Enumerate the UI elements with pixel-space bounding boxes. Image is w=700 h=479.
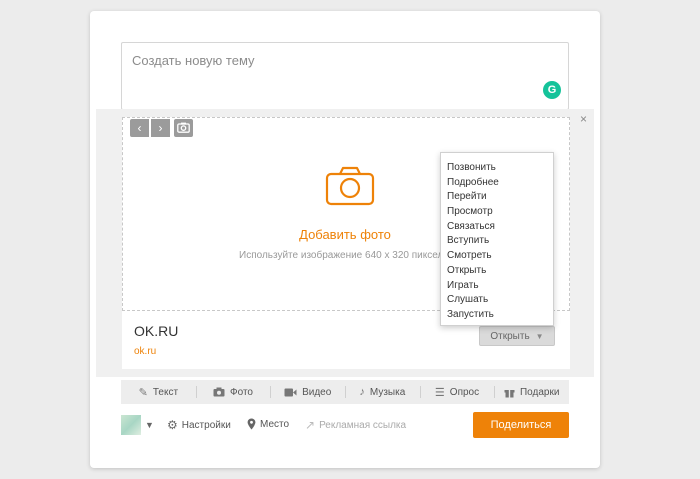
next-button[interactable]: › — [151, 119, 170, 137]
topic-placeholder: Создать новую тему — [132, 53, 255, 68]
poll-icon: ☰ — [434, 386, 445, 399]
tab-music[interactable]: ♪ Музыка — [345, 380, 420, 404]
tab-label: Музыка — [369, 386, 406, 398]
tab-text[interactable]: ✎ Текст — [121, 380, 196, 404]
tab-video[interactable]: Видео — [270, 380, 345, 404]
tab-label: Текст — [152, 386, 179, 398]
link-url[interactable]: ok.ru — [134, 346, 156, 357]
avatar[interactable] — [121, 415, 141, 435]
ad-link-button[interactable]: ↗ Рекламная ссылка — [305, 418, 406, 432]
tab-photo[interactable]: Фото — [195, 380, 271, 404]
image-nav: ‹ › — [130, 119, 193, 137]
dropdown-item[interactable]: Вступить — [447, 234, 553, 249]
dropdown-item[interactable]: Позвонить — [447, 161, 553, 176]
tab-label: Опрос — [449, 386, 480, 398]
share-button[interactable]: Поделиться — [473, 412, 569, 438]
action-dropdown-menu: Позвонить Подробнее Перейти Просмотр Связать… — [440, 152, 554, 326]
grammarly-icon[interactable]: G — [543, 81, 561, 99]
topic-input[interactable]: Создать новую тему G — [121, 42, 569, 110]
settings-label: Настройки — [181, 419, 231, 431]
dropdown-item[interactable]: Перейти — [447, 190, 553, 205]
video-icon — [284, 388, 297, 396]
chevron-down-icon[interactable]: ▼ — [145, 420, 154, 430]
camera-icon[interactable] — [325, 166, 375, 206]
tab-poll[interactable]: ☰ Опрос — [419, 380, 495, 404]
tab-label: Видео — [302, 386, 332, 398]
dropdown-item[interactable]: Запустить — [447, 308, 553, 323]
chevron-down-icon: ▼ — [535, 331, 544, 341]
camera-small-icon — [177, 122, 190, 133]
dropdown-item[interactable]: Открыть — [447, 264, 553, 279]
action-select[interactable]: Открыть ▼ — [479, 326, 555, 346]
dropdown-item[interactable]: Играть — [447, 279, 553, 294]
camera-icon — [213, 387, 225, 397]
content-type-tabs: ✎ Текст Фото Видео ♪ Музыка ☰ Опрос Пода… — [121, 380, 569, 404]
place-label: Место — [260, 418, 290, 430]
tab-label: Подарки — [519, 386, 560, 398]
gear-icon: ⚙ — [167, 418, 178, 432]
tab-gifts[interactable]: Подарки — [494, 380, 569, 404]
dropdown-item[interactable]: Просмотр — [447, 205, 553, 220]
settings-button[interactable]: ⚙ Настройки — [167, 418, 231, 432]
pencil-icon: ✎ — [138, 386, 148, 399]
dropdown-item[interactable]: Смотреть — [447, 249, 553, 264]
composer-footer: ▼ ⚙ Настройки Место ↗ Рекламная ссылка П… — [121, 412, 569, 442]
dropdown-item[interactable]: Связаться — [447, 220, 553, 235]
dropdown-item[interactable]: Слушать — [447, 293, 553, 308]
link-title[interactable]: OK.RU — [134, 323, 178, 339]
tab-label: Фото — [230, 386, 253, 398]
close-icon[interactable]: × — [580, 112, 587, 126]
map-pin-icon — [247, 418, 256, 430]
ad-link-label: Рекламная ссылка — [319, 419, 407, 431]
action-select-value: Открыть — [490, 330, 530, 342]
external-link-icon: ↗ — [305, 418, 316, 432]
gift-icon — [504, 389, 515, 397]
place-button[interactable]: Место — [247, 418, 289, 430]
dropdown-item[interactable]: Подробнее — [447, 176, 553, 191]
camera-button[interactable] — [174, 119, 193, 137]
prev-button[interactable]: ‹ — [130, 119, 149, 137]
music-icon: ♪ — [359, 386, 365, 398]
